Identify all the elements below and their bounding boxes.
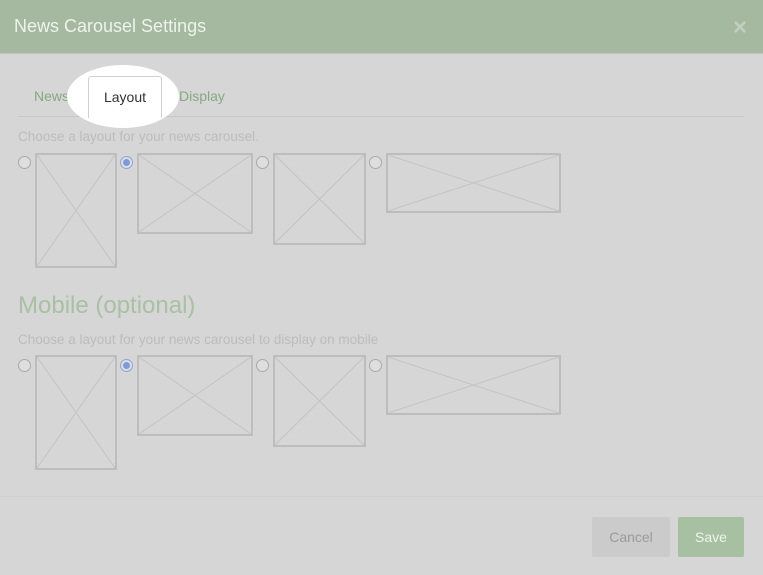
layout-placeholder-icon <box>139 357 251 434</box>
modal-header: News Carousel Settings × <box>0 0 763 54</box>
tab-display[interactable]: Display <box>179 76 225 117</box>
modal-title: News Carousel Settings <box>14 16 207 36</box>
layout-radio-4[interactable] <box>369 156 382 169</box>
layout-placeholder-icon <box>275 155 364 243</box>
layout-hint: Choose a layout for your news carousel. <box>18 129 259 144</box>
mobile-layout-radio-4[interactable] <box>369 359 382 372</box>
layout-placeholder-icon <box>275 357 364 445</box>
mobile-layout-option-landscape[interactable] <box>137 355 253 436</box>
mobile-section-title: Mobile (optional) <box>18 292 196 319</box>
layout-radio-3[interactable] <box>256 156 269 169</box>
layout-placeholder-icon <box>37 155 115 266</box>
layout-option-wide[interactable] <box>386 153 561 213</box>
mobile-layout-radio-1[interactable] <box>18 359 31 372</box>
layout-option-tall[interactable] <box>35 153 117 268</box>
footer-divider <box>0 496 763 497</box>
save-button[interactable]: Save <box>678 517 744 557</box>
mobile-hint: Choose a layout for your news carousel t… <box>18 332 379 347</box>
layout-option-portrait[interactable] <box>273 153 366 245</box>
cancel-button[interactable]: Cancel <box>592 517 670 557</box>
close-icon[interactable]: × <box>731 16 749 40</box>
tab-layout[interactable]: Layout <box>88 76 162 118</box>
mobile-layout-radio-2[interactable] <box>120 359 133 372</box>
mobile-layout-option-wide[interactable] <box>386 355 561 415</box>
layout-radio-2[interactable] <box>120 156 133 169</box>
mobile-layout-option-portrait[interactable] <box>273 355 366 447</box>
tab-news[interactable]: News <box>34 76 69 117</box>
layout-placeholder-icon <box>388 357 559 413</box>
mobile-layout-option-tall[interactable] <box>35 355 117 470</box>
layout-placeholder-icon <box>388 155 559 211</box>
mobile-layout-radio-3[interactable] <box>256 359 269 372</box>
layout-option-landscape[interactable] <box>137 153 253 234</box>
layout-radio-1[interactable] <box>18 156 31 169</box>
layout-placeholder-icon <box>37 357 115 468</box>
layout-placeholder-icon <box>139 155 251 232</box>
